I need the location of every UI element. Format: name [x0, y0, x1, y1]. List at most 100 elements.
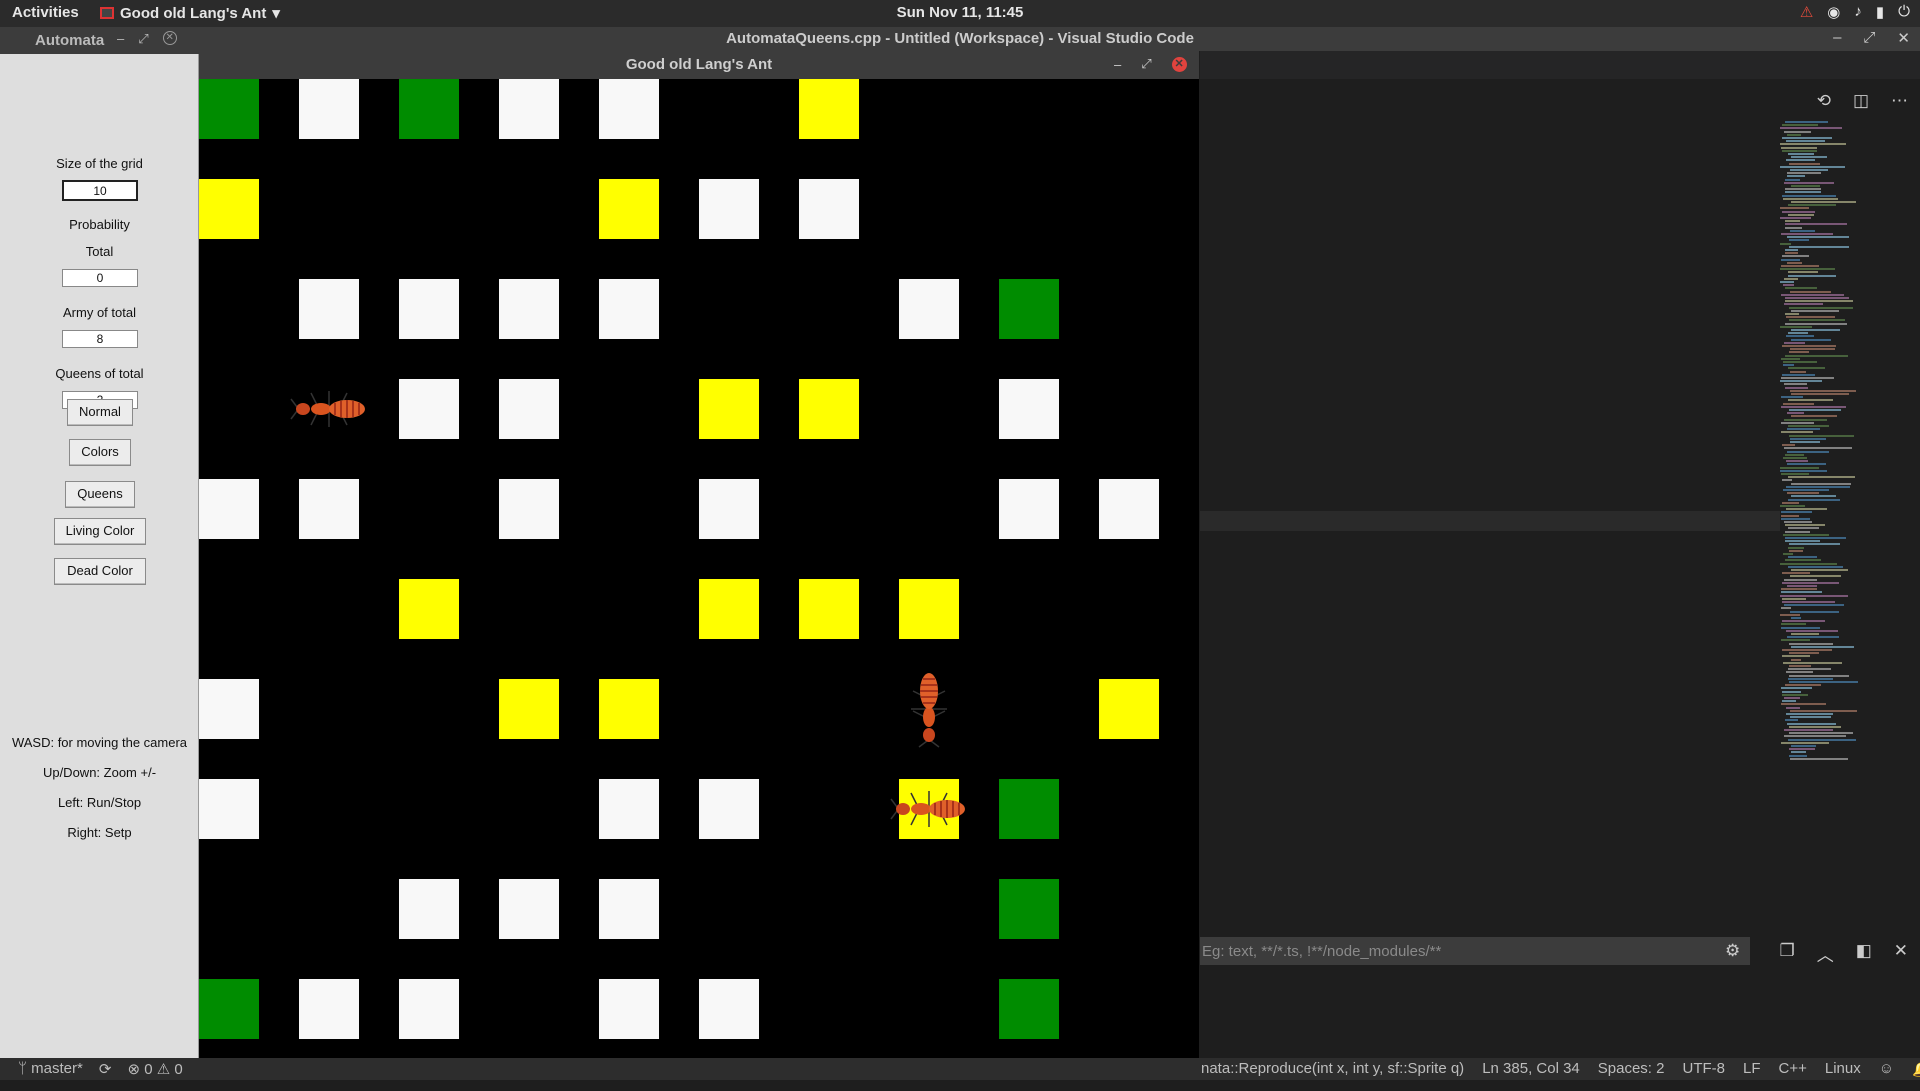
cursor-position[interactable]: Ln 385, Col 34 [1482, 1060, 1580, 1078]
minimap-line [1791, 201, 1856, 203]
toggle-panel-icon[interactable]: ◧ [1856, 941, 1872, 966]
wifi-icon[interactable]: ◉ [1827, 3, 1840, 21]
split-editor-icon[interactable]: ◫ [1853, 91, 1869, 111]
close-icon[interactable]: ✕ [1171, 56, 1187, 72]
warning-icon[interactable]: ⚠ [1800, 3, 1813, 21]
grid-cell [799, 579, 859, 639]
grid-cell [199, 179, 259, 239]
feedback-icon[interactable]: ☺ [1879, 1060, 1894, 1078]
grid-cell [999, 879, 1059, 939]
line-ending[interactable]: LF [1743, 1060, 1761, 1078]
settings-gear-icon[interactable]: ⚙ [1725, 941, 1740, 961]
minimap-line [1780, 505, 1805, 507]
problems-indicator[interactable]: ⊗ 0 ⚠ 0 [127, 1060, 182, 1078]
restore-icon[interactable]: ⤢ [1141, 56, 1151, 72]
minimap-line [1784, 735, 1846, 738]
colors-button[interactable]: Colors [69, 439, 131, 466]
queens-button[interactable]: Queens [65, 481, 135, 508]
minimap-line [1785, 226, 1802, 229]
automata-title: Automata [35, 32, 105, 49]
close-panel-icon[interactable]: ✕ [1894, 941, 1908, 966]
minimap-line [1783, 197, 1838, 200]
power-icon[interactable]: ⏻ [1898, 3, 1910, 21]
grid-cell [999, 279, 1059, 339]
minimize-icon[interactable]: – [1833, 29, 1841, 47]
notifications-icon[interactable]: 🔔 [1912, 1060, 1920, 1078]
minimize-icon[interactable]: – [1114, 57, 1121, 72]
minimap-line [1785, 719, 1798, 722]
minimap-line [1791, 645, 1854, 648]
error-icon: ⊗ [127, 1061, 145, 1078]
current-function[interactable]: nata::Reproduce(int x, int y, sf::Sprite… [1201, 1060, 1464, 1078]
sync-icon[interactable]: ⟳ [99, 1060, 112, 1078]
minimap-line [1785, 322, 1847, 325]
system-tray[interactable]: ⚠ ◉ ♪ ▮ ⏻ [1800, 3, 1910, 21]
minimap-line [1785, 537, 1846, 539]
minimap-line [1780, 562, 1837, 565]
collapse-all-icon[interactable]: ❐ [1779, 941, 1794, 966]
minimap-line [1791, 482, 1851, 485]
grid-cell [599, 879, 659, 939]
grid-size-input[interactable] [62, 180, 138, 201]
minimap-line [1787, 236, 1849, 239]
minimap-line [1782, 501, 1799, 504]
chevron-up-icon[interactable]: ︿ [1817, 941, 1834, 966]
minimap-line [1781, 233, 1833, 235]
minimap-line [1784, 383, 1807, 386]
minimap-line [1781, 741, 1829, 744]
ant-window-titlebar[interactable]: Good old Lang's Ant – ⤢ ✕ [199, 51, 1199, 79]
total-input[interactable] [62, 269, 138, 287]
minimap-line [1788, 556, 1817, 559]
grid-cell [999, 379, 1059, 439]
indentation[interactable]: Spaces: 2 [1598, 1060, 1665, 1078]
minimap-line [1785, 559, 1821, 562]
activities-button[interactable]: Activities [12, 4, 79, 21]
minimap-line [1787, 412, 1804, 415]
minimap-line [1785, 540, 1820, 543]
automata-grid[interactable] [199, 79, 1199, 1059]
minimap-line [1782, 124, 1818, 127]
normal-button[interactable]: Normal [67, 399, 133, 426]
clock[interactable]: Sun Nov 11, 11:45 [0, 4, 1920, 21]
minimize-icon[interactable]: – [117, 31, 124, 47]
minimap-line [1790, 441, 1820, 443]
open-changes-icon[interactable]: ⟲ [1817, 91, 1831, 111]
minimap-line [1791, 495, 1836, 498]
volume-icon[interactable]: ♪ [1854, 3, 1862, 21]
living-color-button[interactable]: Living Color [54, 518, 146, 545]
close-icon[interactable]: ✕ [162, 31, 177, 45]
dead-color-button[interactable]: Dead Color [54, 558, 146, 585]
minimap-line [1788, 271, 1818, 274]
minimap-line [1785, 524, 1825, 527]
minimap-line [1781, 607, 1791, 610]
language-mode[interactable]: C++ [1779, 1060, 1807, 1078]
minimap-line [1786, 159, 1815, 162]
minimap-line [1783, 364, 1794, 367]
minimap-line [1787, 450, 1829, 453]
close-icon[interactable]: ✕ [1897, 29, 1910, 47]
minimap-line [1788, 213, 1814, 216]
os-indicator[interactable]: Linux [1825, 1060, 1861, 1078]
errors-count: 0 [144, 1061, 153, 1078]
minimap-line [1790, 757, 1848, 760]
minimap-line [1788, 425, 1829, 427]
restore-icon[interactable]: ⤢ [1863, 29, 1875, 47]
restore-icon[interactable]: ⤢ [138, 31, 148, 47]
more-actions-icon[interactable]: ⋯ [1891, 91, 1908, 111]
minimap-line [1781, 265, 1819, 267]
automata-titlebar[interactable]: Automata – ⤢ ✕ [0, 27, 199, 54]
grid-cell [299, 79, 359, 139]
encoding[interactable]: UTF-8 [1682, 1060, 1725, 1078]
minimap-line [1783, 402, 1814, 405]
battery-icon[interactable]: ▮ [1876, 3, 1884, 21]
minimap-line [1791, 633, 1819, 635]
minimap-line [1788, 527, 1819, 530]
files-to-exclude-input[interactable] [1200, 937, 1750, 965]
minimap[interactable] [1780, 121, 1880, 761]
branch-indicator[interactable]: ᛘ master* [18, 1060, 83, 1078]
minimap-line [1781, 258, 1800, 261]
army-input[interactable] [62, 330, 138, 348]
app-menu[interactable]: Good old Lang's Ant ▾ [100, 4, 280, 22]
minimap-line [1783, 553, 1793, 555]
minimap-line [1791, 156, 1827, 159]
